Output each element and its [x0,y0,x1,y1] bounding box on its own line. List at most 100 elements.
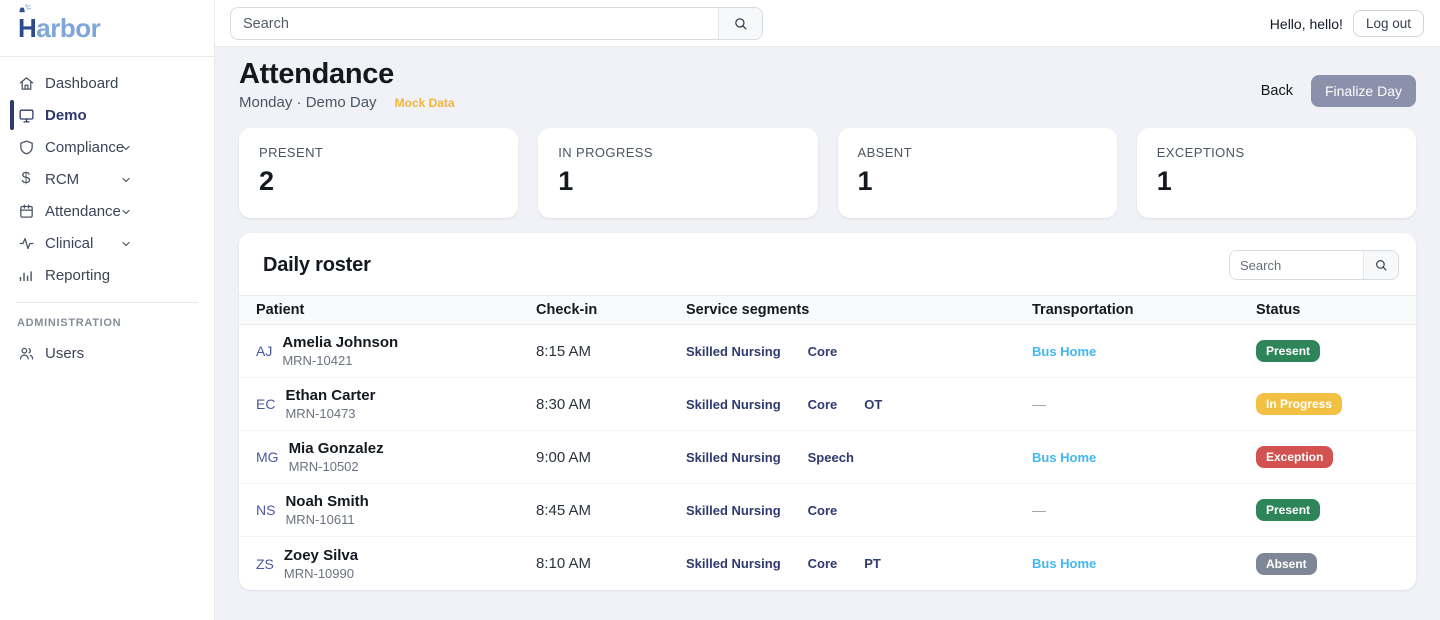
activity-icon [17,234,35,252]
checkin-time: 8:15 AM [536,343,686,360]
segment-label: Skilled Nursing [686,397,781,412]
sidebar-divider [16,302,198,303]
user-greeting: Hello, hello! [1270,16,1343,32]
page-subtitle-row: Monday · Demo Day Mock Data [239,94,1416,111]
transportation-label: — [1032,396,1256,412]
service-segments: Skilled Nursing Core [686,344,1032,359]
sidebar-section-label: ADMINISTRATION [17,317,214,329]
search-icon [733,16,748,31]
sidebar-item-label: Demo [45,107,87,124]
topbar: Hello, hello! Log out [215,0,1440,47]
stat-label: IN PROGRESS [558,145,797,160]
service-segments: Skilled Nursing Speech [686,450,1032,465]
patient-name: Amelia Johnson [282,334,398,351]
stat-value: 1 [858,166,1097,197]
roster-header: Daily roster [239,233,1416,295]
sidebar-item-attendance[interactable]: Attendance [0,195,214,227]
segment-label: Skilled Nursing [686,503,781,518]
patient-initials: MG [256,449,279,465]
logout-button[interactable]: Log out [1353,10,1424,37]
segment-label: Skilled Nursing [686,450,781,465]
patient-initials: EC [256,396,275,412]
status-badge: Present [1256,499,1320,521]
status-badge: Absent [1256,553,1317,575]
sidebar-admin-nav: Users [0,337,214,369]
segment-label: Skilled Nursing [686,344,781,359]
dollar-icon: $ [17,170,35,188]
patient-mrn: MRN-10502 [289,459,384,474]
checkin-time: 8:45 AM [536,502,686,519]
sidebar-item-clinical[interactable]: Clinical [0,227,214,259]
patient-mrn: MRN-10611 [285,512,368,527]
segment-label: OT [864,397,882,412]
daily-roster-card: Daily roster Patient Check-in Service se… [239,233,1416,590]
transportation-label: Bus Home [1032,556,1256,571]
sidebar-item-label: Dashboard [45,75,118,92]
segment-label: Core [808,556,838,571]
page-title: Attendance [239,58,1416,91]
service-segments: Skilled Nursing Core OT [686,397,1032,412]
search-icon [1374,258,1388,272]
checkin-time: 8:30 AM [536,396,686,413]
status-badge: Exception [1256,446,1333,468]
shield-icon [17,138,35,156]
sidebar-item-dashboard[interactable]: Dashboard [0,67,214,99]
column-header-transportation: Transportation [1032,302,1256,318]
global-search-input[interactable] [231,8,718,39]
sidebar-item-users[interactable]: Users [0,337,214,369]
sidebar: Harbor Dashboard Demo Compliance [0,0,215,620]
roster-search-input[interactable] [1230,251,1363,279]
table-row: AJ Amelia Johnson MRN-10421 8:15 AM Skil… [239,325,1416,378]
brand-logo: Harbor [0,0,214,57]
patient-mrn: MRN-10421 [282,353,398,368]
segment-label: Skilled Nursing [686,556,781,571]
roster-title: Daily roster [263,254,371,277]
patient-cell: MG Mia Gonzalez MRN-10502 [256,440,536,474]
segment-label: Core [808,503,838,518]
stat-card-present: PRESENT 2 [239,128,518,218]
topbar-right: Hello, hello! Log out [1270,0,1424,47]
patient-cell: NS Noah Smith MRN-10611 [256,493,536,527]
chevron-down-icon [120,237,132,254]
stats-row: PRESENT 2 IN PROGRESS 1 ABSENT 1 EXCEPTI… [239,128,1416,218]
sidebar-item-rcm[interactable]: $ RCM [0,163,214,195]
transportation-label: — [1032,502,1256,518]
table-row: ZS Zoey Silva MRN-10990 8:10 AM Skilled … [239,537,1416,590]
search-button[interactable] [718,8,762,39]
service-segments: Skilled Nursing Core [686,503,1032,518]
sidebar-item-reporting[interactable]: Reporting [0,259,214,291]
lighthouse-icon [15,4,33,18]
stat-card-exceptions: EXCEPTIONS 1 [1137,128,1416,218]
patient-name: Zoey Silva [284,547,358,564]
patient-name: Ethan Carter [285,387,375,404]
patient-initials: NS [256,502,275,518]
calendar-icon [17,202,35,220]
mock-data-badge: Mock Data [395,96,455,110]
page-subtitle: Monday · Demo Day [239,94,377,111]
patient-cell: ZS Zoey Silva MRN-10990 [256,547,536,581]
sidebar-item-demo[interactable]: Demo [0,99,214,131]
table-row: MG Mia Gonzalez MRN-10502 9:00 AM Skille… [239,431,1416,484]
stat-card-absent: ABSENT 1 [838,128,1117,218]
back-button[interactable]: Back [1257,77,1297,105]
status-badge: In Progress [1256,393,1342,415]
stat-label: PRESENT [259,145,498,160]
checkin-time: 8:10 AM [536,555,686,572]
patient-cell: AJ Amelia Johnson MRN-10421 [256,334,536,368]
sidebar-item-label: Users [45,345,84,362]
bar-chart-icon [17,266,35,284]
sidebar-item-label: Compliance [45,139,124,156]
stat-label: ABSENT [858,145,1097,160]
active-indicator [10,100,14,130]
roster-search-button[interactable] [1363,251,1398,279]
chevron-down-icon [120,173,132,190]
segment-label: Core [808,344,838,359]
home-icon [17,74,35,92]
finalize-day-button[interactable]: Finalize Day [1311,75,1416,107]
sidebar-item-label: RCM [45,171,79,188]
stat-card-in-progress: IN PROGRESS 1 [538,128,817,218]
stat-value: 1 [1157,166,1396,197]
segment-label: Core [808,397,838,412]
brand-name-rest: arbor [36,13,100,43]
sidebar-item-compliance[interactable]: Compliance [0,131,214,163]
